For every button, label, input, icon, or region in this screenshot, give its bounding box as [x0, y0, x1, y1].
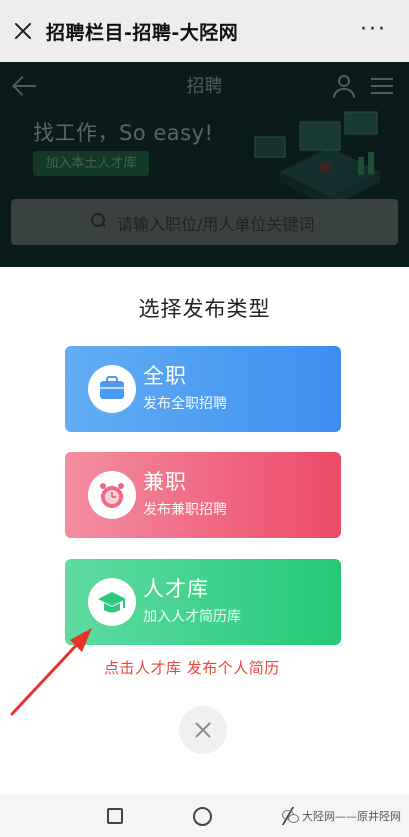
fulltime-sublabel: 发布全职招聘: [143, 396, 227, 412]
app-title: 招聘: [186, 76, 223, 97]
recent-apps-icon[interactable]: [107, 808, 123, 824]
alarm-clock-icon: [88, 471, 136, 519]
fulltime-label: 全职: [143, 364, 187, 388]
watermark-text: 大陉网——原井陉网: [302, 810, 401, 823]
watermark: 大陉网——原井陉网: [282, 808, 401, 824]
app-background: 招聘 找工作，So easy! 加入本土人才库 请输入职位/用人单位关键词: [0, 62, 409, 267]
talent-pool-sublabel: 加入人才简历库: [143, 609, 241, 625]
banner-illustration-icon: [254, 111, 380, 207]
briefcase-icon: [88, 365, 136, 413]
menu-icon[interactable]: [371, 76, 393, 96]
user-icon[interactable]: [331, 74, 357, 100]
wechat-title-bar: 招聘栏目-招聘-大陉网 ···: [0, 0, 409, 62]
talent-pool-label: 人才库: [143, 577, 209, 601]
modal-close-button[interactable]: [179, 706, 227, 754]
talent-pool-option-button[interactable]: 人才库 加入人才简历库: [65, 559, 341, 645]
modal-title: 选择发布类型: [138, 297, 271, 321]
parttime-label: 兼职: [143, 470, 187, 494]
search-placeholder: 请输入职位/用人单位关键词: [117, 215, 315, 234]
close-icon[interactable]: [12, 20, 34, 42]
banner-slogan: 找工作，So easy!: [33, 121, 214, 145]
more-options-icon[interactable]: ···: [360, 19, 387, 41]
back-arrow-icon[interactable]: [12, 76, 38, 96]
parttime-option-button[interactable]: 兼职 发布兼职招聘: [65, 452, 341, 538]
app-header: 招聘: [0, 62, 409, 110]
parttime-sublabel: 发布兼职招聘: [143, 502, 227, 518]
graduation-cap-icon: [88, 578, 136, 626]
join-talent-pool-button[interactable]: 加入本土人才库: [33, 151, 149, 176]
search-icon: [91, 213, 106, 228]
fulltime-option-button[interactable]: 全职 发布全职招聘: [65, 346, 341, 432]
talent-pool-hint: 点击人才库 发布个人简历: [104, 659, 280, 677]
search-input[interactable]: 请输入职位/用人单位关键词: [11, 199, 398, 245]
wechat-logo-icon: [282, 809, 299, 823]
page-title: 招聘栏目-招聘-大陉网: [46, 22, 239, 44]
home-icon[interactable]: [193, 807, 212, 826]
system-nav-bar: 大陉网——原井陉网: [0, 795, 409, 837]
publish-type-modal: 选择发布类型 全职 发布全职招聘 兼职 发布兼职招聘 人才库 加入人才简历库 点…: [0, 267, 409, 795]
